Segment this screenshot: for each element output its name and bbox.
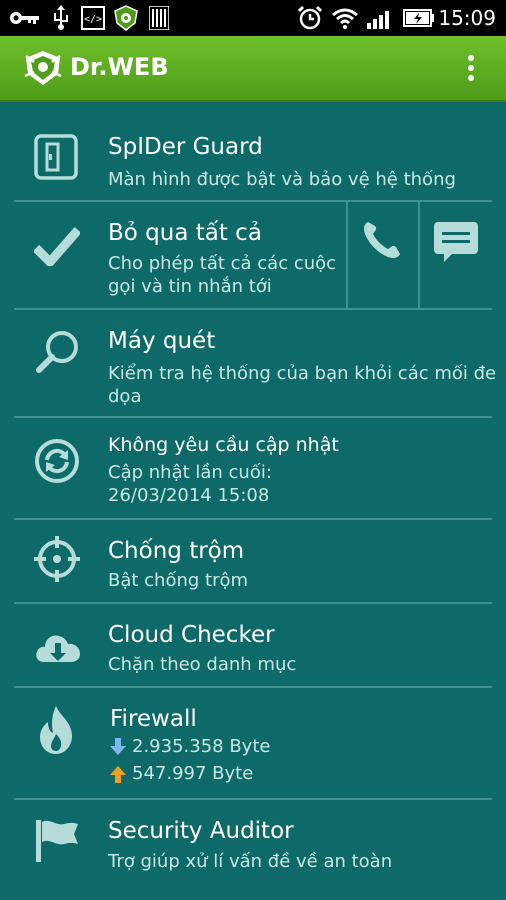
overflow-dot [468,65,474,71]
drweb-status-icon [112,5,140,31]
battery-icon [402,5,436,31]
key-icon [8,5,42,31]
list-item-scanner[interactable]: Máy quét Kiểm tra hệ thống của bạn khỏi … [14,310,496,416]
barcode-icon [148,5,170,31]
download-arrow-icon [110,737,126,755]
skip-calls-button[interactable] [348,202,418,308]
skip-messages-button[interactable] [420,202,492,308]
app-title: Dr.WEB [70,53,169,81]
item-title: Security Auditor [108,818,294,844]
cloud-icon [34,626,82,670]
item-subtitle: 26/03/2014 15:08 [108,485,270,506]
item-subtitle: Bật chống trộm [108,570,249,591]
message-icon [432,220,480,268]
item-subtitle: Kiểm tra hệ thống của bạn khỏi các mối đ… [108,363,497,384]
overflow-menu-button[interactable] [466,55,476,85]
item-subtitle: Chặn theo danh mục [108,654,297,675]
status-time: 15:09 [438,6,496,30]
upload-arrow-icon [110,765,126,783]
checkmark-icon [32,226,82,270]
crosshair-icon [34,536,80,586]
list-item-spider-guard[interactable]: SpIDer Guard Màn hình được bật và bảo vệ… [14,102,492,200]
flame-icon [34,704,78,760]
usb-icon [50,5,72,31]
upload-bytes: 547.997 Byte [132,763,254,784]
status-bar: </> 15:09 [0,0,506,36]
item-subtitle: Trợ giúp xử lí vấn đề về an toàn [108,851,393,872]
upload-stat: 547.997 Byte [110,763,253,784]
list-item-update[interactable]: Không yêu cầu cập nhật Cập nhật lần cuối… [14,418,492,518]
list-item-skip-all[interactable]: Bỏ qua tất cả Cho phép tất cả các cuộc g… [14,202,348,308]
phone-icon [360,218,404,266]
overflow-menu-icon [468,55,474,61]
download-bytes: 2.935.358 Byte [132,736,271,757]
list-item-antitheft[interactable]: Chống trộm Bật chống trộm [14,520,492,604]
item-subtitle: Màn hình được bật và bảo vệ hệ thống [108,169,456,190]
item-subtitle: Cập nhật lần cuối: [108,462,272,483]
app-bar: Dr.WEB [0,36,506,102]
download-stat: 2.935.358 Byte [110,736,270,757]
item-title: SpIDer Guard [108,134,263,160]
item-title: Không yêu cầu cập nhật [108,434,339,456]
shield-door-icon [34,134,78,184]
wifi-icon [330,5,360,31]
list-item-firewall[interactable]: Firewall 2.935.358 Byte 547.997 Byte [14,688,492,800]
drweb-logo-icon [22,48,64,88]
svg-text:</>: </> [84,14,102,25]
item-title: Máy quét [108,328,216,354]
item-title: Cloud Checker [108,622,275,648]
code-icon: </> [80,5,106,31]
item-title: Firewall [110,706,197,732]
signal-icon [366,5,394,31]
item-subtitle: Cho phép tất cả các cuộc [108,253,337,274]
overflow-dot [468,75,474,81]
item-title: Chống trộm [108,538,245,564]
alarm-icon [296,5,324,31]
item-subtitle: gọi và tin nhắn tới [108,276,272,297]
item-subtitle: dọa [108,386,142,407]
list-item-cloud-checker[interactable]: Cloud Checker Chặn theo danh mục [14,604,492,688]
flag-icon [34,818,80,868]
magnifier-icon [34,328,82,380]
refresh-icon [34,438,80,488]
item-title: Bỏ qua tất cả [108,220,262,246]
list-item-security-auditor[interactable]: Security Auditor Trợ giúp xử lí vấn đề v… [14,800,492,900]
